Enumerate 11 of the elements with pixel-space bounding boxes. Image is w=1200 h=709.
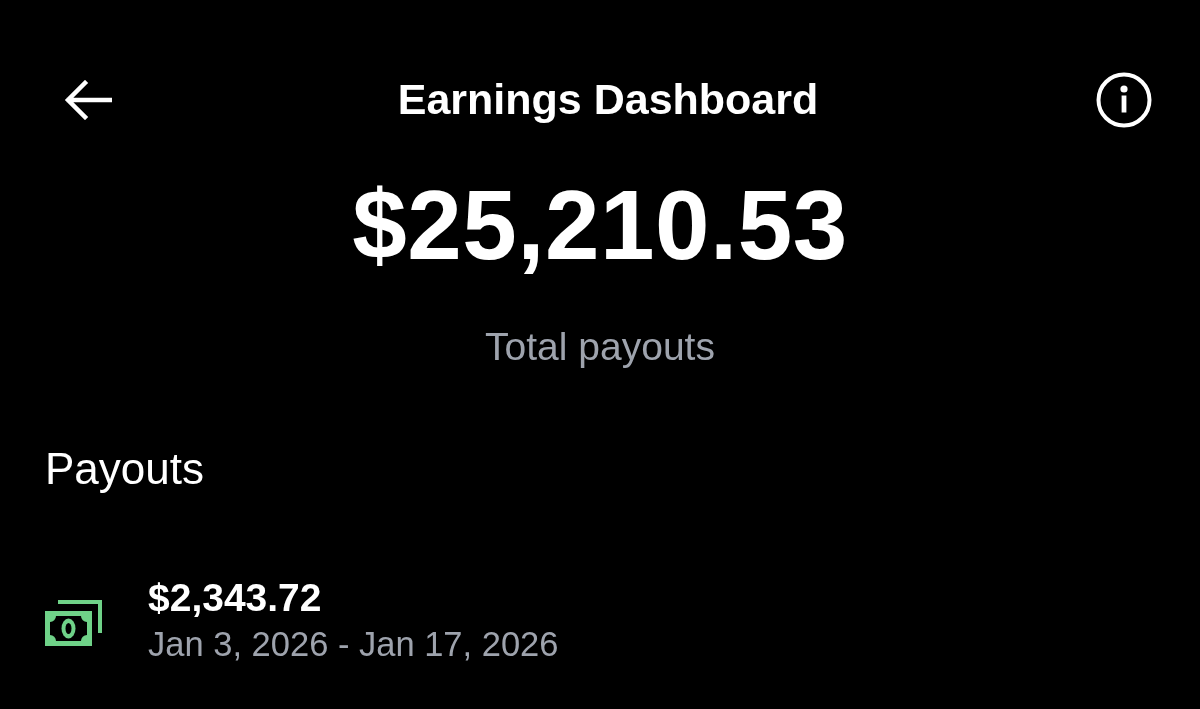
payout-amount: $2,343.72 xyxy=(148,575,323,622)
back-button[interactable] xyxy=(64,80,112,120)
money-icon xyxy=(45,600,103,647)
page-title: Earnings Dashboard xyxy=(397,74,819,126)
section-heading: Payouts xyxy=(45,442,205,495)
total-amount: $25,210.53 xyxy=(352,172,848,280)
payout-period: Jan 3, 2026 - Jan 17, 2026 xyxy=(148,624,559,666)
info-icon xyxy=(1096,72,1152,128)
back-arrow-icon xyxy=(64,80,112,120)
total-label: Total payouts xyxy=(485,323,715,370)
info-button[interactable] xyxy=(1096,72,1152,128)
